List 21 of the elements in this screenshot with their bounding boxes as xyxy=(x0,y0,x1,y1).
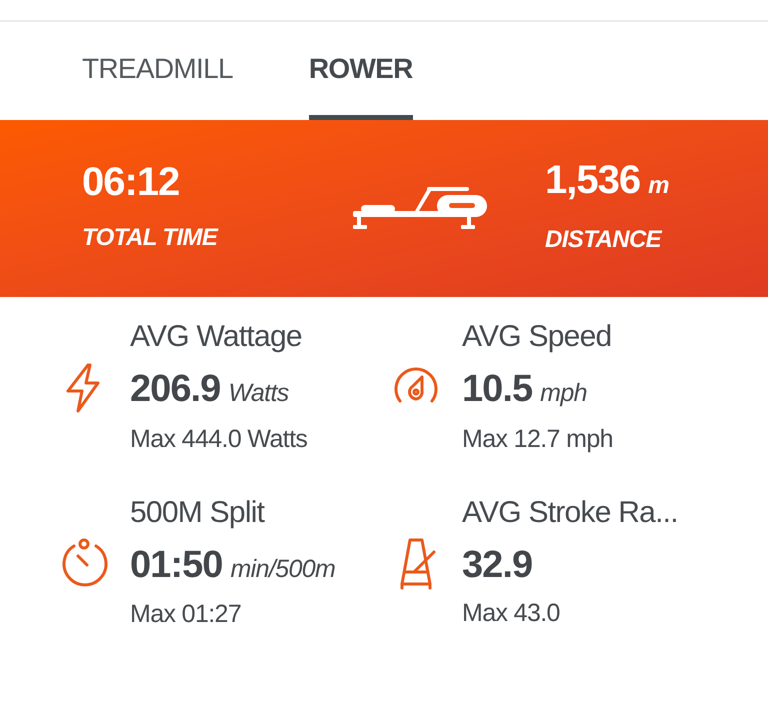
metric-title: AVG Speed xyxy=(462,319,612,355)
metric-max: Max 444.0 Watts xyxy=(130,424,308,454)
metric-unit: Watts xyxy=(228,378,289,409)
metric-value: 32.9 xyxy=(462,543,532,588)
metric-value: 01:50 xyxy=(130,542,222,586)
metric-max: Max 43.0 xyxy=(462,598,561,630)
metric-unit: min/500m xyxy=(230,554,336,584)
total-time-label: TOTAL TIME xyxy=(82,222,220,252)
total-time-value: 06:12 xyxy=(82,162,180,202)
distance-unit: m xyxy=(648,170,670,200)
metric-value: 10.5 xyxy=(462,367,532,411)
metric-title: 500M Split xyxy=(130,494,266,530)
metric-value: 206.9 xyxy=(130,367,220,411)
metric-max: Max 01:27 xyxy=(130,599,242,630)
metric-title: AVG Stroke Ra... xyxy=(462,495,678,532)
distance-label: DISTANCE xyxy=(545,224,664,254)
metric-max: Max 12.7 mph xyxy=(462,424,613,454)
tab[interactable]: TREADMILL xyxy=(82,22,233,120)
metric-title: AVG Wattage xyxy=(130,319,303,355)
metric-unit: mph xyxy=(540,378,587,409)
distance-value: 1,536 xyxy=(545,160,640,200)
